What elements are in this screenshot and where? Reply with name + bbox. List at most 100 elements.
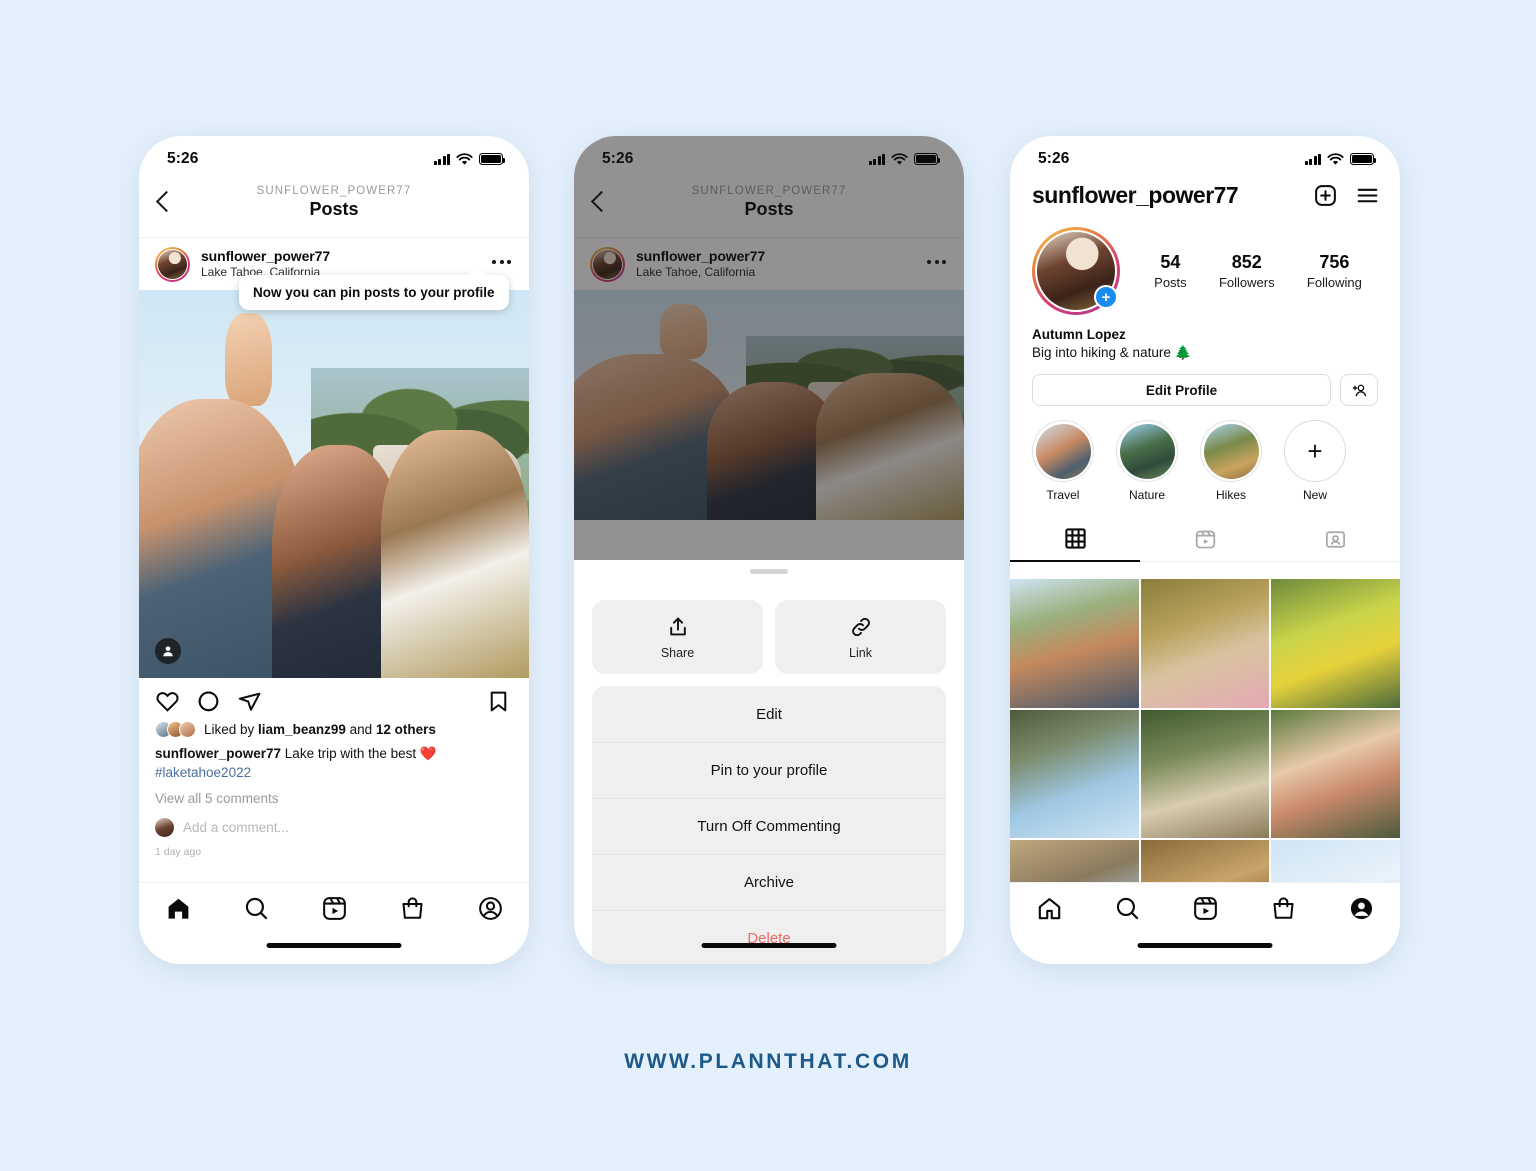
sheet-item-archive[interactable]: Archive	[592, 854, 946, 910]
plus-square-icon[interactable]	[1313, 183, 1338, 208]
reels-icon[interactable]	[321, 895, 348, 922]
home-icon[interactable]	[1036, 895, 1063, 922]
shop-icon[interactable]	[399, 895, 426, 922]
grid-photo[interactable]	[1140, 579, 1270, 708]
likes-middle: and	[345, 722, 376, 737]
wifi-icon	[456, 152, 473, 165]
likes-prefix: Liked by	[204, 722, 259, 737]
tab-grid[interactable]	[1010, 518, 1140, 562]
post-photo[interactable]	[139, 290, 529, 678]
highlight-travel[interactable]: Travel	[1032, 420, 1094, 502]
status-time: 5:26	[1038, 150, 1070, 167]
stat-following[interactable]: 756 Following	[1307, 252, 1362, 290]
sheet-item-edit[interactable]: Edit	[592, 686, 946, 742]
caption-hashtag[interactable]: #laketahoe2022	[155, 765, 251, 780]
status-bar: 5:26	[1010, 136, 1400, 176]
likes-row: Liked by liam_beanz99 and 12 others	[139, 719, 529, 738]
profile-filled-icon[interactable]	[1348, 895, 1375, 922]
cellular-signal-icon	[433, 153, 450, 165]
wifi-icon	[1327, 152, 1344, 165]
grid-photo[interactable]	[1271, 709, 1400, 839]
likes-text: Liked by liam_beanz99 and 12 others	[204, 722, 436, 737]
comment-icon[interactable]	[196, 689, 221, 714]
sheet-item-delete[interactable]: Delete	[592, 910, 946, 964]
grid-photo[interactable]	[1010, 579, 1139, 708]
profile-avatar[interactable]: +	[1032, 227, 1120, 315]
highlight-nature[interactable]: Nature	[1116, 420, 1178, 502]
grid-icon	[1064, 528, 1086, 549]
grid-photo[interactable]	[1271, 579, 1400, 708]
tab-reels[interactable]	[1140, 518, 1270, 562]
link-label: Link	[849, 645, 872, 660]
edit-profile-button[interactable]: Edit Profile	[1032, 374, 1331, 406]
likes-others[interactable]: 12 others	[376, 722, 436, 737]
send-icon[interactable]	[237, 689, 262, 714]
poster-canvas: 5:26 SUNFLOWER_POWER77 Posts sunflower_p…	[0, 0, 1536, 1171]
search-icon[interactable]	[1114, 895, 1141, 922]
grid-photo[interactable]	[1010, 840, 1139, 882]
grid-photo[interactable]	[1271, 840, 1400, 882]
liker-username[interactable]: liam_beanz99	[258, 722, 346, 737]
profile-icon[interactable]	[477, 895, 504, 922]
bookmark-icon[interactable]	[486, 689, 511, 714]
link-icon	[851, 617, 870, 636]
stat-posts[interactable]: 54 Posts	[1154, 252, 1187, 290]
modal-dim-overlay[interactable]	[574, 136, 964, 560]
current-user-avatar	[155, 818, 174, 838]
home-icon[interactable]	[165, 895, 192, 922]
link-button[interactable]: Link	[775, 600, 946, 674]
share-button[interactable]: Share	[592, 600, 763, 674]
tagged-icon	[1325, 530, 1345, 548]
heart-icon[interactable]	[155, 689, 180, 714]
profile-username[interactable]: sunflower_power77	[1032, 182, 1239, 209]
share-up-icon	[669, 617, 686, 635]
grid-photo[interactable]	[1140, 709, 1270, 839]
add-comment-row[interactable]: Add a comment...	[139, 806, 529, 838]
page-title: Posts	[309, 199, 359, 219]
battery-icon	[1350, 153, 1377, 165]
shop-icon[interactable]	[1270, 895, 1297, 922]
sheet-item-pin-to-profile[interactable]: Pin to your profile	[592, 742, 946, 798]
more-options-icon[interactable]	[492, 260, 511, 264]
grid-photo[interactable]	[1010, 709, 1139, 839]
add-story-badge[interactable]: +	[1094, 285, 1118, 309]
highlight-hikes-label: Hikes	[1215, 488, 1246, 502]
add-person-icon	[1352, 384, 1366, 396]
profile-tabs	[1010, 518, 1400, 562]
view-all-comments-link[interactable]: View all 5 comments	[139, 782, 529, 806]
profile-header: sunflower_power77	[1010, 176, 1400, 209]
header-subtitle: SUNFLOWER_POWER77	[256, 185, 412, 197]
post-caption: sunflower_power77 Lake trip with the bes…	[139, 738, 529, 782]
profile-bio-text: Big into hiking & nature 🌲	[1032, 345, 1192, 360]
search-icon[interactable]	[243, 895, 270, 922]
liker-avatars	[155, 721, 196, 738]
highlight-hikes[interactable]: Hikes	[1200, 420, 1262, 502]
action-sheet-list: Edit Pin to your profile Turn Off Commen…	[592, 686, 946, 964]
highlight-new[interactable]: + New	[1284, 420, 1346, 502]
post-username[interactable]: sunflower_power77	[201, 248, 330, 264]
caption-username[interactable]: sunflower_power77	[155, 746, 281, 761]
battery-icon	[479, 153, 506, 165]
tag-people-icon[interactable]	[155, 638, 181, 664]
highlight-new-label: New	[1302, 488, 1327, 502]
plus-icon: +	[1284, 420, 1346, 482]
story-highlights: Travel Nature Hikes + New	[1010, 406, 1400, 502]
status-time: 5:26	[167, 150, 199, 167]
caption-emoji: ❤️	[419, 746, 437, 761]
reels-icon[interactable]	[1192, 895, 1219, 922]
status-icons	[433, 152, 506, 166]
tab-tagged[interactable]	[1270, 518, 1400, 562]
profile-display-name: Autumn Lopez	[1032, 327, 1126, 342]
add-person-button[interactable]	[1340, 374, 1378, 406]
stat-followers[interactable]: 852 Followers	[1219, 252, 1275, 290]
avatar[interactable]	[155, 246, 190, 282]
phone-mockup-action-sheet: 5:26 SUNFLOWER_POWER77 Posts sunflower_p…	[574, 136, 964, 964]
grid-photo[interactable]	[1140, 840, 1270, 882]
sheet-item-turn-off-commenting[interactable]: Turn Off Commenting	[592, 798, 946, 854]
home-indicator	[701, 942, 837, 948]
caption-text: Lake trip with the best	[281, 746, 420, 761]
hamburger-menu-icon[interactable]	[1355, 183, 1380, 208]
bottom-navigation	[139, 882, 529, 964]
sheet-grabber[interactable]	[750, 569, 788, 574]
add-comment-input[interactable]: Add a comment...	[183, 820, 289, 835]
